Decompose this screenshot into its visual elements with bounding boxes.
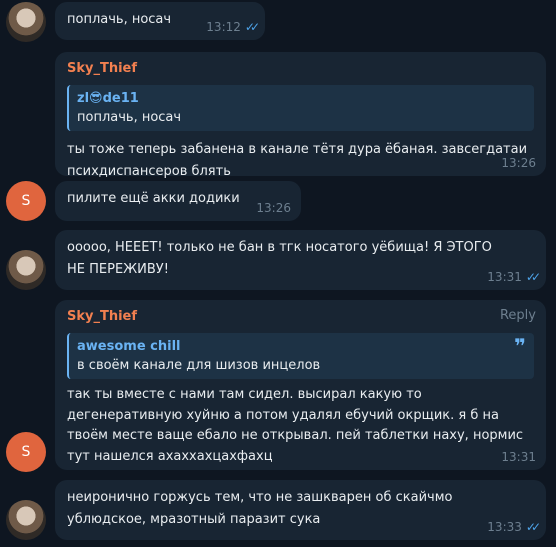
quote-mark-icon: ❞	[514, 334, 526, 358]
message-meta: 13:26	[501, 156, 536, 170]
sender-name[interactable]: Sky_Thief	[67, 59, 534, 79]
message-text: ооооо, НЕЕЕТ! только не бан в тгк носато…	[67, 240, 492, 277]
quote-author: zl😎de11	[77, 91, 139, 106]
quote-text: в своём канале для шизов инцелов	[77, 358, 321, 373]
message-meta: 13:33 ✓✓	[487, 520, 541, 534]
message-text: ты тоже теперь забанена в канале тётя ду…	[67, 142, 528, 179]
sender-name[interactable]: Sky_Thief	[67, 307, 534, 327]
message-text: неиронично горжусь тем, что не зашкварен…	[67, 490, 453, 527]
message-bubble[interactable]: пилите ещё акки додики 13:26	[55, 181, 301, 221]
message-time: 13:26	[256, 201, 291, 215]
avatar[interactable]	[6, 2, 46, 42]
message-meta: 13:31	[501, 450, 536, 464]
reply-quote[interactable]: ❞ awesome chill в своём канале для шизов…	[67, 333, 534, 379]
message-time: 13:31	[501, 450, 536, 464]
message-bubble[interactable]: поплачь, носач 13:12 ✓✓	[55, 2, 265, 40]
avatar[interactable]	[6, 250, 46, 290]
message-text: так ты вместе с нами там сидел. высирал …	[67, 387, 524, 464]
avatar[interactable]: S	[6, 432, 46, 472]
double-check-icon: ✓✓	[244, 20, 260, 34]
avatar-letter: S	[21, 444, 31, 460]
avatar[interactable]: S	[6, 181, 46, 221]
message-meta: 13:26	[256, 201, 291, 215]
message-bubble[interactable]: ооооо, НЕЕЕТ! только не бан в тгк носато…	[55, 230, 546, 290]
message-time: 13:26	[501, 156, 536, 170]
double-check-icon: ✓✓	[525, 270, 541, 284]
double-check-icon: ✓✓	[525, 520, 541, 534]
message-meta: 13:31 ✓✓	[487, 270, 541, 284]
quote-author: awesome chill	[77, 339, 181, 354]
message-time: 13:33	[487, 520, 522, 534]
message-time: 13:31	[487, 270, 522, 284]
quote-text: поплачь, носач	[77, 110, 182, 125]
message-time: 13:12	[206, 20, 241, 34]
message-meta: 13:12 ✓✓	[206, 20, 260, 34]
reply-button[interactable]: Reply	[500, 308, 536, 323]
message-bubble[interactable]: Sky_Thief zl😎de11 поплачь, носач ты тоже…	[55, 52, 546, 179]
avatar[interactable]	[6, 500, 46, 540]
message-bubble[interactable]: Sky_Thief Reply ❞ awesome chill в своём …	[55, 300, 546, 470]
avatar-letter: S	[21, 193, 31, 209]
message-bubble[interactable]: неиронично горжусь тем, что не зашкварен…	[55, 480, 546, 540]
reply-quote[interactable]: zl😎de11 поплачь, носач	[67, 85, 534, 131]
